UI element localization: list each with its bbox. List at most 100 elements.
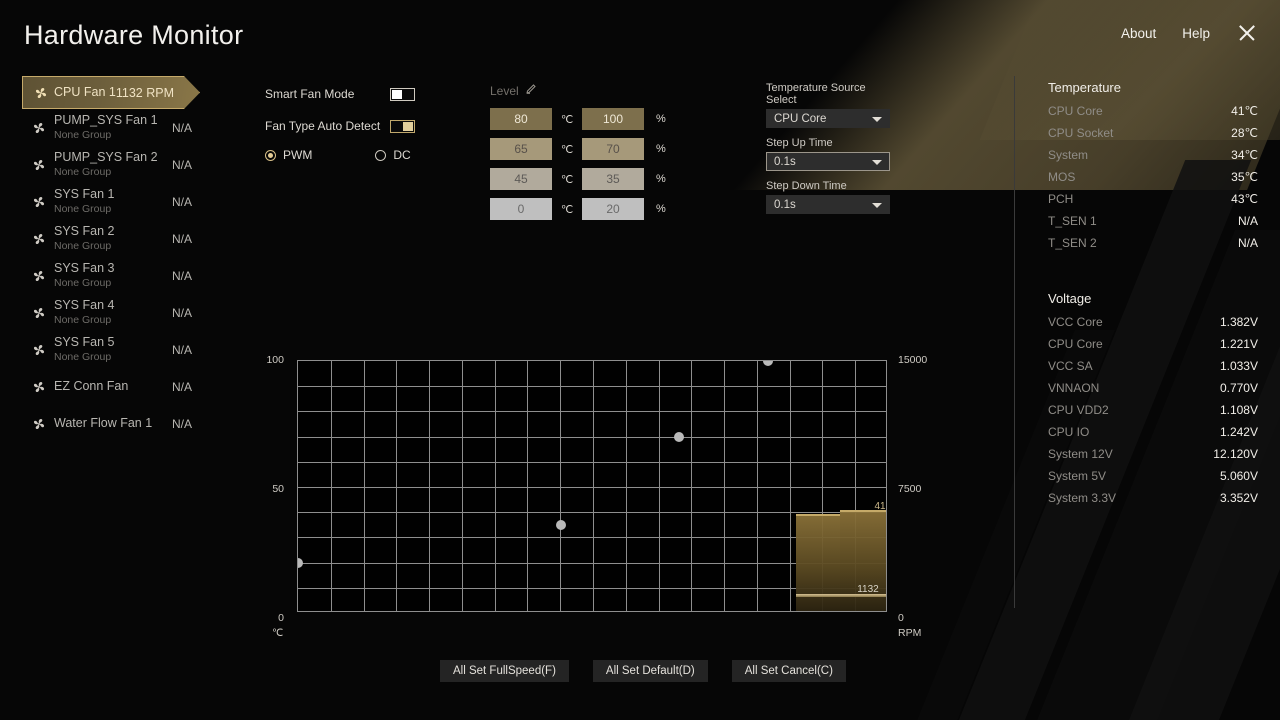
select-1[interactable]: 0.1s (766, 152, 890, 171)
temperature-rows: CPU Core41℃CPU Socket28℃System34℃MOS35℃P… (1048, 104, 1258, 250)
readout-row: MOS35℃ (1048, 170, 1258, 184)
radio-pwm-label: PWM (283, 148, 312, 162)
temperature-trace-label: 41 (874, 501, 885, 512)
fan-group: None Group (54, 240, 114, 253)
fan-icon (32, 269, 46, 283)
fan-group: None Group (54, 129, 158, 142)
voltage-label: VNNAON (1048, 381, 1099, 395)
sidebar-item-fan[interactable]: CPU Fan 11132 RPM (22, 76, 200, 109)
level-temp-input[interactable] (490, 108, 552, 130)
smart-fan-mode-toggle[interactable] (390, 88, 415, 101)
curve-control-point[interactable] (297, 558, 303, 568)
fan-group: None Group (54, 203, 114, 216)
gridline-vertical (495, 361, 496, 611)
voltage-label: System 3.3V (1048, 491, 1116, 505)
fan-type-auto-detect-toggle[interactable] (390, 120, 415, 133)
footer-actions: All Set FullSpeed(F) All Set Default(D) Al… (440, 660, 846, 682)
pencil-icon[interactable] (525, 82, 537, 100)
gridline-vertical (527, 361, 528, 611)
readout-row: T_SEN 2N/A (1048, 236, 1258, 250)
select-label: Step Up Time (766, 137, 894, 149)
radio-pwm[interactable]: PWM (265, 148, 312, 162)
sidebar-item-fan[interactable]: SYS Fan 2None GroupN/A (0, 220, 218, 257)
sidebar-item-fan[interactable]: PUMP_SYS Fan 1None GroupN/A (0, 109, 218, 146)
level-row: ℃% (490, 168, 672, 190)
percent-unit-label: % (644, 173, 672, 185)
select-group: Temperature Source SelectCPU Core (766, 82, 894, 128)
temperature-value: 28℃ (1231, 126, 1258, 140)
fan-value: N/A (172, 306, 192, 320)
panel-divider (1014, 76, 1015, 608)
temperature-label: PCH (1048, 192, 1073, 206)
about-button[interactable]: About (1121, 26, 1156, 41)
select-value: CPU Core (767, 113, 826, 125)
gridline-vertical (659, 361, 660, 611)
temp-unit-label: ℃ (552, 203, 582, 216)
level-temp-input[interactable] (490, 198, 552, 220)
select-0[interactable]: CPU Core (766, 109, 890, 128)
sidebar-item-fan[interactable]: Water Flow Fan 1N/A (0, 405, 218, 442)
gridline-horizontal (298, 386, 886, 387)
radio-dc[interactable]: DC (375, 148, 410, 162)
left-axis-tick: 50 (254, 483, 284, 495)
readout-row: T_SEN 1N/A (1048, 214, 1258, 228)
level-row: ℃% (490, 108, 672, 130)
gridline-vertical (790, 361, 791, 611)
fan-value: N/A (172, 269, 192, 283)
fan-settings-panel: Smart Fan Mode Fan Type Auto Detect PWM … (265, 80, 465, 162)
level-duty-input[interactable] (582, 198, 644, 220)
sidebar-item-fan[interactable]: SYS Fan 1None GroupN/A (0, 183, 218, 220)
fan-value: N/A (172, 158, 192, 172)
percent-unit-label: % (644, 203, 672, 215)
level-row: ℃% (490, 198, 672, 220)
footer-button-1[interactable]: All Set Default(D) (593, 660, 708, 682)
fan-icon (32, 232, 46, 246)
fan-name: SYS Fan 4None Group (54, 298, 114, 328)
sidebar-item-fan[interactable]: EZ Conn FanN/A (0, 368, 218, 405)
curve-control-point[interactable] (556, 520, 566, 530)
footer-button-0[interactable]: All Set FullSpeed(F) (440, 660, 569, 682)
fan-icon (32, 158, 46, 172)
close-icon[interactable] (1236, 22, 1258, 44)
fan-curve-plot-area[interactable]: 411132 (297, 360, 887, 612)
curve-control-point[interactable] (674, 432, 684, 442)
readout-row: VCC SA1.033V (1048, 359, 1258, 373)
readout-row: CPU Core41℃ (1048, 104, 1258, 118)
readout-row: CPU IO1.242V (1048, 425, 1258, 439)
sidebar-item-fan[interactable]: SYS Fan 5None GroupN/A (0, 331, 218, 368)
chevron-down-icon (872, 117, 882, 122)
select-2[interactable]: 0.1s (766, 195, 890, 214)
temperature-value: N/A (1238, 214, 1258, 228)
header-actions: About Help (1121, 22, 1258, 44)
temperature-value: N/A (1238, 236, 1258, 250)
temperature-section-title: Temperature (1048, 80, 1258, 95)
gridline-horizontal (298, 437, 886, 438)
temp-unit-label: ℃ (552, 143, 582, 156)
left-axis-tick: 0 (254, 612, 284, 624)
gridline-vertical (757, 361, 758, 611)
sidebar-item-fan[interactable]: PUMP_SYS Fan 2None Group N/A (0, 146, 218, 183)
level-temp-input[interactable] (490, 168, 552, 190)
voltage-value: 5.060V (1220, 469, 1258, 483)
level-temp-input[interactable] (490, 138, 552, 160)
fan-name: PUMP_SYS Fan 2None Group (54, 150, 158, 180)
select-value: 0.1s (767, 156, 796, 168)
help-button[interactable]: Help (1182, 26, 1210, 41)
sidebar-item-fan[interactable]: SYS Fan 3None GroupN/A (0, 257, 218, 294)
voltage-value: 1.221V (1220, 337, 1258, 351)
footer-button-2[interactable]: All Set Cancel(C) (732, 660, 846, 682)
curve-control-point[interactable] (763, 360, 773, 366)
temp-unit-label: ℃ (552, 173, 582, 186)
gridline-vertical (364, 361, 365, 611)
level-duty-input[interactable] (582, 108, 644, 130)
percent-unit-label: % (644, 113, 672, 125)
level-duty-input[interactable] (582, 138, 644, 160)
fan-curve-level-panel: Level ℃%℃%℃%℃% (490, 82, 672, 228)
readout-row: VNNAON0.770V (1048, 381, 1258, 395)
sidebar-item-fan[interactable]: SYS Fan 4None Group N/A (0, 294, 218, 331)
fan-value: N/A (172, 232, 192, 246)
readout-row: System 5V5.060V (1048, 469, 1258, 483)
level-duty-input[interactable] (582, 168, 644, 190)
fan-name: CPU Fan 1 (54, 85, 116, 101)
fan-group: None Group (54, 314, 114, 327)
